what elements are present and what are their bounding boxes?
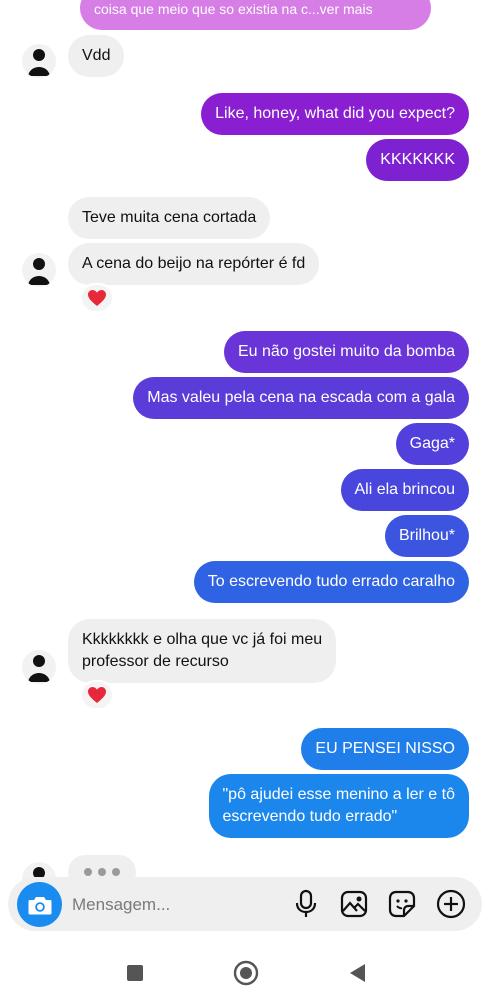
plus-icon bbox=[436, 889, 466, 919]
recents-button[interactable] bbox=[120, 958, 150, 988]
typing-dot bbox=[84, 868, 92, 876]
recents-icon bbox=[127, 965, 143, 981]
heart-reaction[interactable] bbox=[80, 283, 114, 313]
message-text: Ali ela brincou bbox=[354, 481, 456, 498]
message-text: EU PENSEI NISSO bbox=[315, 740, 455, 757]
avatar[interactable] bbox=[22, 253, 56, 287]
message-text: To escrevendo tudo errado caralho bbox=[207, 573, 455, 590]
message-bubble[interactable]: Teve muita cena cortada bbox=[68, 197, 271, 239]
message-text: Mas valeu pela cena na escada com a gala bbox=[147, 389, 455, 406]
camera-button[interactable] bbox=[17, 882, 62, 927]
chat-thread: coisa que meio que so existia na c...ver… bbox=[0, 0, 482, 880]
message-text: Vdd bbox=[82, 47, 111, 64]
message-bubble-partial[interactable]: coisa que meio que so existia na c...ver… bbox=[80, 0, 431, 30]
message-text: Gaga* bbox=[409, 435, 455, 452]
message-bubble[interactable]: Ali ela brincou bbox=[340, 469, 469, 511]
home-icon bbox=[233, 960, 259, 986]
microphone-icon bbox=[295, 889, 317, 917]
message-text: Brilhou* bbox=[398, 527, 455, 544]
microphone-button[interactable] bbox=[290, 888, 322, 920]
heart-icon bbox=[88, 290, 106, 306]
message-text-line: professor de recurso bbox=[82, 653, 229, 670]
navigation-bar bbox=[0, 940, 482, 1000]
back-button[interactable] bbox=[342, 958, 372, 988]
message-text: KKKKKKK bbox=[380, 151, 455, 168]
avatar[interactable] bbox=[22, 44, 56, 78]
message-bubble[interactable]: Eu não gostei muito da bomba bbox=[223, 331, 469, 373]
camera-icon bbox=[28, 896, 51, 914]
gallery-button[interactable] bbox=[338, 888, 370, 920]
back-icon bbox=[350, 964, 365, 982]
message-text: Teve muita cena cortada bbox=[82, 209, 257, 226]
message-text-line: "pô ajudei esse menino a ler e tô bbox=[222, 786, 456, 803]
message-bubble[interactable]: Gaga* bbox=[395, 423, 469, 465]
avatar[interactable] bbox=[22, 650, 56, 684]
message-bubble[interactable]: Kkkkkkkk e olha que vc já foi meu profes… bbox=[68, 619, 337, 683]
message-bubble[interactable]: Vdd bbox=[68, 35, 125, 77]
message-text: Like, honey, what did you expect? bbox=[215, 105, 455, 122]
message-text-line: Kkkkkkkk e olha que vc já foi meu bbox=[82, 631, 323, 648]
message-text-line: escrevendo tudo errado" bbox=[222, 808, 398, 825]
message-bubble[interactable]: EU PENSEI NISSO bbox=[301, 728, 469, 770]
gallery-icon bbox=[340, 890, 368, 918]
sticker-button[interactable] bbox=[386, 888, 418, 920]
message-bubble[interactable]: To escrevendo tudo errado caralho bbox=[193, 561, 469, 603]
sticker-icon bbox=[388, 890, 416, 918]
message-bubble[interactable]: Like, honey, what did you expect? bbox=[201, 93, 469, 135]
message-bubble[interactable]: A cena do beijo na repórter é fd bbox=[68, 243, 320, 285]
message-bubble[interactable]: Mas valeu pela cena na escada com a gala bbox=[133, 377, 469, 419]
heart-icon bbox=[88, 687, 106, 703]
message-bubble[interactable]: Brilhou* bbox=[384, 515, 469, 557]
plus-button[interactable] bbox=[435, 888, 467, 920]
typing-dot bbox=[112, 868, 120, 876]
typing-dot bbox=[98, 868, 106, 876]
message-composer: Mensagem... bbox=[8, 877, 482, 931]
message-text: A cena do beijo na repórter é fd bbox=[82, 255, 306, 272]
message-bubble[interactable]: "pô ajudei esse menino a ler e tô escrev… bbox=[208, 774, 469, 838]
heart-reaction[interactable] bbox=[80, 680, 114, 710]
message-text: Eu não gostei muito da bomba bbox=[237, 343, 455, 360]
message-bubble[interactable]: KKKKKKK bbox=[366, 139, 469, 181]
home-button[interactable] bbox=[231, 958, 261, 988]
message-text: coisa que meio que so existia na c...ver… bbox=[94, 1, 373, 17]
message-input[interactable]: Mensagem... bbox=[72, 893, 282, 917]
